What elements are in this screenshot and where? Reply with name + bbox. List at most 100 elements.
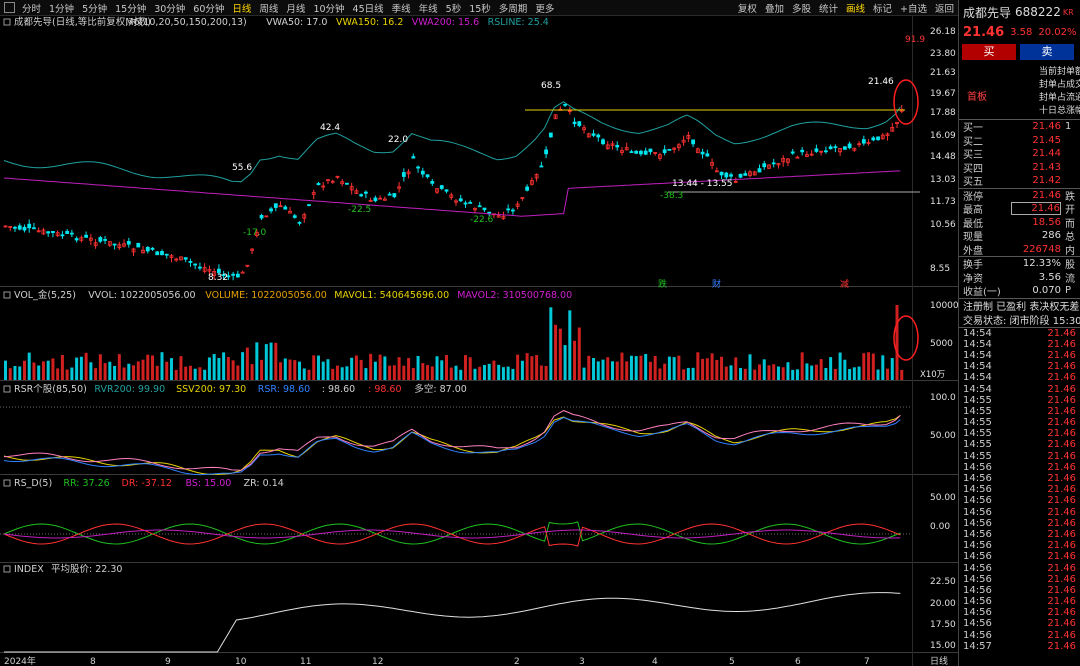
- pane-toggle-icon[interactable]: [3, 565, 11, 573]
- quote-value: 3.56: [1038, 271, 1061, 283]
- period-tab[interactable]: 1分钟: [45, 1, 78, 15]
- tick-price: 21.46: [1047, 450, 1076, 462]
- index-axis-label: 20.00: [930, 599, 956, 609]
- candle-body: [74, 238, 79, 241]
- volume-bar: [829, 357, 833, 380]
- period-tab[interactable]: 10分钟: [309, 1, 348, 15]
- tick-row: 14:54 21.46: [959, 339, 1080, 350]
- price-axis-label: 11.73: [930, 197, 956, 207]
- chart-area[interactable]: 成都先导(日线,等比前复权,对数) M6(10,20,50,150,200,13)…: [0, 16, 959, 666]
- tick-time: 14:56: [963, 517, 992, 529]
- toolbar-button[interactable]: 标记: [869, 1, 896, 15]
- volume-bar: [473, 368, 477, 380]
- candle-body: [273, 203, 278, 208]
- volume-bar: [881, 355, 885, 380]
- period-tab[interactable]: 分时: [18, 1, 45, 15]
- tick-price: 21.46: [1047, 517, 1076, 529]
- quote-panel: 成都先导 688222 KR 21.46 3.58 20.02% 买 卖 首板 …: [958, 0, 1080, 666]
- price-annotation: -17.0: [243, 228, 267, 238]
- candle-body: [112, 243, 117, 246]
- volume-bar: [791, 369, 795, 380]
- event-tag[interactable]: 减: [840, 278, 849, 290]
- volume-bar: [22, 360, 26, 380]
- period-tab[interactable]: 年线: [415, 1, 442, 15]
- tick-price: 21.46: [1047, 361, 1076, 373]
- period-tab[interactable]: 季线: [388, 1, 415, 15]
- tick-price: 21.46: [1047, 383, 1076, 395]
- pane-toggle-icon[interactable]: [3, 18, 11, 26]
- volume-bar: [354, 355, 358, 380]
- period-tab[interactable]: 日线: [228, 1, 255, 15]
- toolbar-button[interactable]: 画线: [842, 1, 869, 15]
- volume-bar: [786, 362, 790, 380]
- period-tab[interactable]: 5秒: [442, 1, 466, 15]
- toolbar-button[interactable]: 叠加: [761, 1, 788, 15]
- volume-bar: [4, 360, 7, 380]
- toolbar-button[interactable]: 复权: [734, 1, 761, 15]
- pane-toggle-icon[interactable]: [3, 479, 11, 487]
- period-tab[interactable]: 30分钟: [150, 1, 189, 15]
- volume-bar: [250, 364, 254, 380]
- tick-time: 14:56: [963, 629, 992, 641]
- event-tag[interactable]: 财: [712, 278, 721, 290]
- volume-bar: [141, 359, 145, 380]
- candle-body: [193, 263, 198, 266]
- sell-button[interactable]: 卖: [1020, 44, 1074, 60]
- volume-bar: [615, 361, 619, 380]
- date-axis-period: 日线: [930, 655, 948, 666]
- candle-body: [591, 133, 596, 136]
- toolbar-button[interactable]: 返回: [931, 1, 958, 15]
- quote-row: 最高 21.46 开: [959, 202, 1080, 216]
- pane-toggle-icon[interactable]: [3, 291, 11, 299]
- tick-row: 14:56 21.46: [959, 507, 1080, 518]
- period-tab[interactable]: 60分钟: [189, 1, 228, 15]
- volume-bar: [625, 361, 629, 380]
- candle-body: [136, 242, 141, 248]
- volume-bar: [127, 363, 131, 380]
- volume-bar: [340, 367, 344, 380]
- toolbar-button[interactable]: +自选: [896, 1, 931, 15]
- pane-toggle-icon[interactable]: [3, 385, 11, 393]
- tick-list[interactable]: 14:54 21.46 14:54 21.46 14:54 21.46 14:54 21.46…: [959, 328, 1080, 652]
- price-annotation: -22.6: [470, 215, 494, 225]
- window-button[interactable]: [4, 2, 15, 13]
- chart-canvas[interactable]: 成都先导(日线,等比前复权,对数)M6(10,20,50,150,200,13)…: [0, 16, 959, 666]
- index-axis-label: 22.50: [930, 577, 956, 587]
- volume-bar: [421, 363, 425, 380]
- volume-bar: [478, 366, 482, 380]
- rsr-axis-label: 50.00: [930, 431, 956, 441]
- buy-button[interactable]: 买: [962, 44, 1016, 60]
- volume-bar: [321, 361, 325, 380]
- volume-bar: [165, 361, 169, 380]
- pane-title: INDEX: [14, 564, 44, 575]
- candle-body: [823, 150, 828, 153]
- volume-bar: [810, 365, 814, 380]
- volume-bar: [900, 369, 904, 380]
- period-tab[interactable]: 多周期: [495, 1, 532, 15]
- toolbar-button[interactable]: 统计: [815, 1, 842, 15]
- volume-bar: [833, 368, 837, 380]
- period-tab[interactable]: 45日线: [349, 1, 388, 15]
- candle-body: [861, 139, 866, 144]
- period-tab[interactable]: 月线: [282, 1, 309, 15]
- toolbar-button[interactable]: 多股: [788, 1, 815, 15]
- tick-row: 14:56 21.46: [959, 630, 1080, 641]
- period-tab[interactable]: 周线: [255, 1, 282, 15]
- period-tab[interactable]: 15分钟: [111, 1, 150, 15]
- period-tab[interactable]: 更多: [531, 1, 558, 15]
- highlight-circle: [893, 79, 919, 125]
- price-annotation: 21.46: [868, 77, 894, 87]
- period-tab[interactable]: 15秒: [465, 1, 495, 15]
- volume-bar: [705, 358, 709, 380]
- volume-bar: [871, 353, 875, 380]
- event-tag[interactable]: 跌: [658, 279, 667, 290]
- volume-bar: [350, 357, 354, 380]
- price-axis-label: 8.55: [930, 264, 950, 274]
- candle-body: [307, 204, 311, 207]
- candle-body: [316, 183, 321, 186]
- date-label: 9: [165, 657, 171, 666]
- period-tab[interactable]: 5分钟: [78, 1, 111, 15]
- tick-price: 21.46: [1047, 596, 1076, 608]
- volume-bar: [426, 365, 430, 380]
- indicator-value: MAVOL1: 540645696.00: [334, 290, 449, 301]
